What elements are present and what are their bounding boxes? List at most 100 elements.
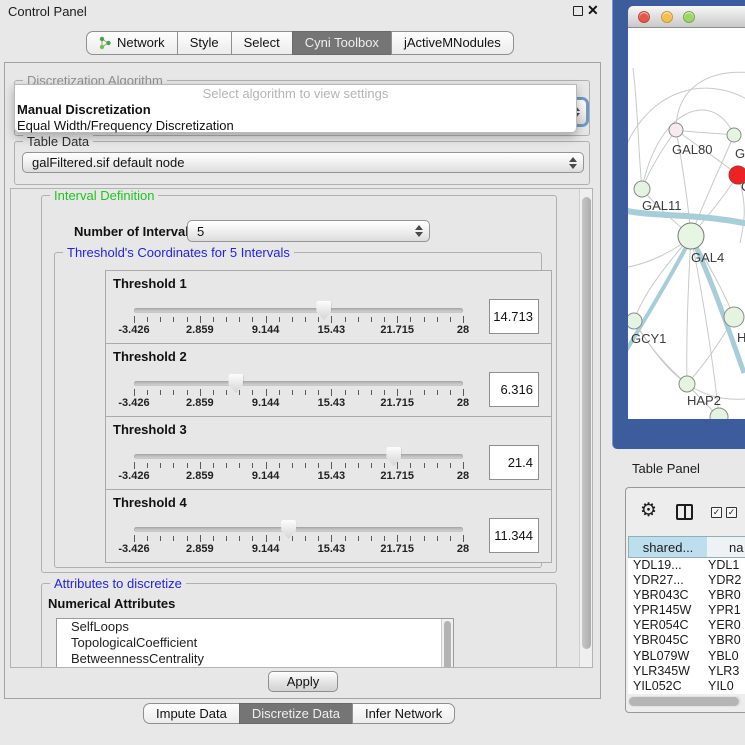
name-cell[interactable]: YBL0 <box>708 649 739 663</box>
shared-name-cell[interactable]: YIL052C <box>628 679 708 693</box>
node-partial-low[interactable] <box>724 307 744 327</box>
table-horizontal-scrollbar[interactable] <box>628 696 741 707</box>
table-row[interactable]: YDL19...YDL1 <box>628 558 745 573</box>
threshold-value-field[interactable]: 11.344 <box>489 518 539 553</box>
slider-track[interactable] <box>134 454 463 459</box>
shared-name-cell[interactable]: YLR345W <box>628 664 708 678</box>
node-gal4[interactable] <box>678 223 704 249</box>
apply-button[interactable]: Apply <box>268 671 338 692</box>
tab-discretize-data[interactable]: Discretize Data <box>239 703 353 724</box>
attribute-list-item[interactable]: TopologicalCoefficient <box>57 635 453 651</box>
shared-name-cell[interactable]: YDL19... <box>628 558 708 572</box>
slider-tick <box>463 462 464 469</box>
tab-cyni-toolbox[interactable]: Cyni Toolbox <box>292 31 392 55</box>
close-window-icon[interactable] <box>638 11 650 23</box>
name-cell[interactable]: YIL0 <box>708 679 734 693</box>
checkbox-icon[interactable]: ✓ <box>711 507 722 518</box>
node-hap2[interactable] <box>679 376 695 392</box>
shared-name-cell[interactable]: YPR145W <box>628 603 708 617</box>
slider-tick <box>463 535 464 542</box>
shared-name-cell[interactable]: YER054C <box>628 618 708 632</box>
slider-tick-label: -3.426 <box>118 470 149 482</box>
algorithm-option-manual[interactable]: Manual Discretization <box>15 102 576 118</box>
slider-track[interactable] <box>134 381 463 386</box>
settings-vertical-scrollbar[interactable] <box>579 189 593 667</box>
combo-arrows-icon <box>569 153 577 172</box>
name-cell[interactable]: YBR0 <box>708 633 741 647</box>
tab-label: Style <box>190 32 219 54</box>
slider-tick <box>424 536 425 541</box>
close-panel-icon[interactable]: ✕ <box>587 2 599 19</box>
attribute-list-item[interactable]: BetweennessCentrality <box>57 651 453 667</box>
table-row[interactable]: YBL079WYBL0 <box>628 649 745 664</box>
tab-infer-network[interactable]: Infer Network <box>352 703 455 724</box>
shared-name-cell[interactable]: YBR045C <box>628 633 708 647</box>
node-partial-top[interactable] <box>727 128 741 142</box>
threshold-value-field[interactable]: 21.4 <box>489 445 539 480</box>
list-scrollbar[interactable] <box>441 619 453 668</box>
tab-select[interactable]: Select <box>231 31 293 55</box>
name-cell[interactable]: YBR0 <box>708 588 741 602</box>
attribute-list-item[interactable]: SelfLoops <box>57 619 453 635</box>
name-cell[interactable]: YPR1 <box>708 603 741 617</box>
shared-name-cell[interactable]: YBL079W <box>628 649 708 663</box>
table-row[interactable]: YPR145WYPR1 <box>628 603 745 618</box>
number-of-intervals-value: 5 <box>197 224 204 239</box>
shared-name-cell[interactable]: YBR043C <box>628 588 708 602</box>
algorithm-hint-option[interactable]: Select algorithm to view settings <box>15 86 576 102</box>
slider-tick <box>358 536 359 541</box>
node-gal11[interactable] <box>634 181 650 197</box>
slider-track[interactable] <box>134 308 463 313</box>
shared-name-cell[interactable]: YDR27... <box>628 573 708 587</box>
threshold-value-field[interactable]: 14.713 <box>489 299 539 334</box>
gear-icon[interactable]: ⚙ <box>640 499 657 522</box>
network-canvas[interactable]: GAL80 GA C GAL11 GAL4 GCY1 H HAP2 <box>628 28 745 419</box>
slider-tick <box>410 463 411 468</box>
slider-tick <box>252 536 253 541</box>
slider-thumb[interactable] <box>386 447 401 466</box>
node-bottom-partial[interactable] <box>710 408 728 419</box>
tab-style[interactable]: Style <box>177 31 232 55</box>
table-row[interactable]: YDR27...YDR2 <box>628 573 745 588</box>
algorithm-option-equal-width[interactable]: Equal Width/Frequency Discretization <box>15 118 576 134</box>
list-scrollbar-thumb[interactable] <box>444 621 451 668</box>
slider-tick-label: -3.426 <box>118 397 149 409</box>
numerical-attributes-list[interactable]: SelfLoopsTopologicalCoefficientBetweenne… <box>56 618 454 668</box>
table-row[interactable]: YBR045CYBR0 <box>628 633 745 648</box>
slider-tick <box>305 463 306 468</box>
table-row[interactable]: YLR345WYLR3 <box>628 664 745 679</box>
network-window-titlebar[interactable] <box>628 6 745 28</box>
table-row[interactable]: YIL052CYIL0 <box>628 679 745 694</box>
threshold-value-field[interactable]: 6.316 <box>489 372 539 407</box>
settings-scrollbar-thumb[interactable] <box>582 197 591 649</box>
minimize-window-icon[interactable] <box>661 11 673 23</box>
tab-jactivemnodules[interactable]: jActiveMNodules <box>391 31 514 55</box>
column-header-shared-name[interactable]: shared... <box>628 536 708 558</box>
slider-tick-label: 15.43 <box>318 470 346 482</box>
slider-thumb[interactable] <box>281 520 296 539</box>
column-header-name[interactable]: na <box>707 536 745 558</box>
table-row[interactable]: YER054CYER0 <box>628 618 745 633</box>
float-panel-icon[interactable] <box>573 6 583 16</box>
split-columns-icon[interactable] <box>676 504 693 520</box>
name-cell[interactable]: YDR2 <box>708 573 741 587</box>
table-row[interactable]: YBR043CYBR0 <box>628 588 745 603</box>
name-cell[interactable]: YLR3 <box>708 664 739 678</box>
name-cell[interactable]: YDL1 <box>708 558 739 572</box>
name-cell[interactable]: YER0 <box>708 618 741 632</box>
slider-tick <box>292 463 293 468</box>
tab-network[interactable]: Network <box>86 31 178 55</box>
zoom-window-icon[interactable] <box>683 11 695 23</box>
slider-track[interactable] <box>134 527 463 532</box>
attributes-legend: Attributes to discretize <box>50 576 186 591</box>
slider-thumb[interactable] <box>228 374 243 393</box>
node-gcy1[interactable] <box>628 313 642 329</box>
table-data-legend: Table Data <box>23 134 93 149</box>
table-data-combo[interactable]: galFiltered.sif default node <box>22 152 584 173</box>
checkbox-icon[interactable]: ✓ <box>726 507 737 518</box>
slider-tick <box>252 390 253 395</box>
table-scrollbar-thumb[interactable] <box>629 697 739 706</box>
node-gal80[interactable] <box>669 123 683 137</box>
tab-impute-data[interactable]: Impute Data <box>143 703 240 724</box>
number-of-intervals-combo[interactable]: 5 <box>187 220 430 242</box>
